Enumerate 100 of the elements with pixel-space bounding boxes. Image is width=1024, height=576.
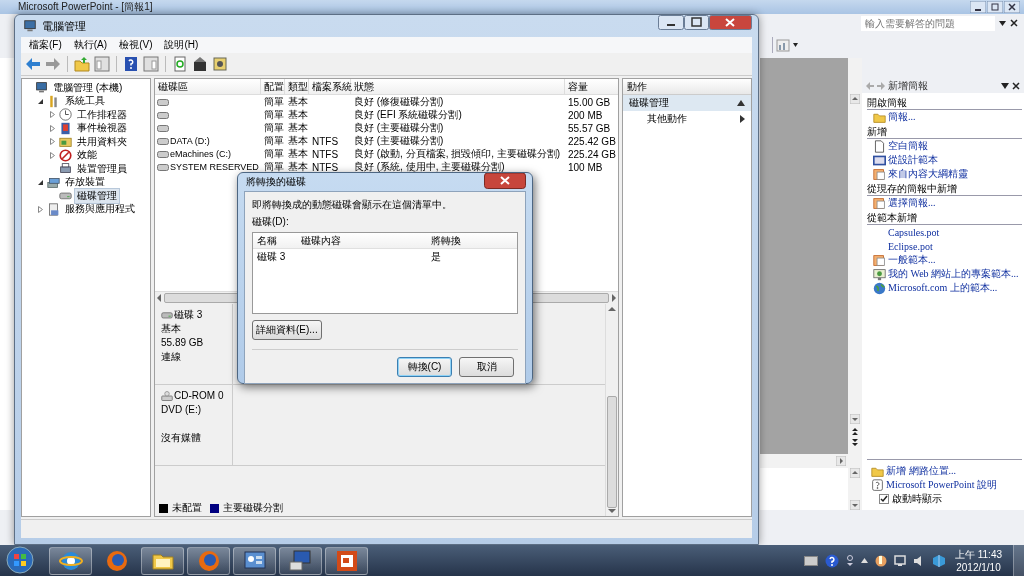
task-link[interactable]: 選擇簡報...	[888, 196, 936, 210]
maximize-button[interactable]	[684, 15, 709, 30]
checkbox-label: 啟動時顯示	[892, 492, 942, 506]
task-link[interactable]: 從設計範本	[888, 153, 938, 167]
column-header[interactable]: 檔案系統	[309, 79, 351, 94]
cancel-button[interactable]: 取消	[459, 357, 514, 377]
table-cell-text: 簡單	[263, 134, 285, 148]
show-hidden-icons-icon[interactable]	[860, 558, 868, 563]
column-header[interactable]: 磁碟區	[155, 79, 261, 94]
close-button[interactable]	[709, 15, 752, 30]
tree-item[interactable]: 服務與應用程式	[62, 201, 138, 218]
task-link[interactable]: Capsules.pot	[888, 226, 940, 238]
close-button[interactable]	[484, 173, 526, 189]
taskbar-button[interactable]	[279, 546, 322, 575]
network-icon[interactable]	[845, 554, 854, 567]
taskbar-button[interactable]	[325, 546, 368, 575]
table-cell-text: 55.57 GB	[567, 122, 612, 134]
convert-button[interactable]: 轉換(C)	[397, 357, 452, 377]
table-cell-text: 基本	[287, 108, 309, 122]
action-label: 其他動作	[647, 112, 687, 126]
action-item[interactable]: 其他動作	[623, 111, 751, 127]
back-arrow-icon[interactable]	[25, 56, 41, 72]
help-icon[interactable]	[824, 553, 839, 568]
dropdown-arrow-icon[interactable]	[999, 20, 1006, 26]
keyboard-icon[interactable]	[803, 555, 818, 566]
menu-item[interactable]: 執行(A)	[73, 38, 108, 52]
task-link[interactable]: Eclipse.pot	[888, 240, 933, 252]
column-header[interactable]: 名稱	[257, 233, 301, 248]
scroll-up-icon[interactable]	[608, 306, 616, 312]
taskbar-button[interactable]	[141, 546, 184, 575]
task-link[interactable]: 空白簡報	[888, 139, 928, 153]
close-icon[interactable]	[1010, 19, 1018, 27]
drive-icon	[157, 150, 169, 158]
start-button[interactable]	[6, 545, 34, 574]
close-button[interactable]	[1004, 1, 1020, 13]
table-cell-text: 200 MB	[567, 109, 604, 121]
column-header[interactable]: 狀態	[351, 79, 565, 94]
help-search-field[interactable]: 輸入需要解答的問題	[861, 15, 995, 31]
folder-up-icon[interactable]	[74, 56, 90, 72]
taskbar-button[interactable]	[233, 546, 276, 575]
scroll-down-icon[interactable]	[850, 500, 860, 510]
menu-item[interactable]: 檢視(V)	[119, 38, 153, 52]
dropdown-arrow-icon[interactable]	[793, 43, 798, 47]
monitor-icon[interactable]	[893, 554, 906, 567]
column-header[interactable]: 配置	[261, 79, 285, 94]
column-header[interactable]: 將轉換	[431, 233, 517, 248]
minimize-button[interactable]	[658, 15, 684, 30]
table-cell-text: NTFS	[311, 135, 340, 147]
disk-type: 基本	[161, 322, 182, 336]
collapse-arrow-icon[interactable]	[737, 100, 745, 106]
scroll-right-icon[interactable]	[611, 294, 617, 302]
clock-time[interactable]: 上午 11:43	[954, 547, 1002, 561]
checkbox[interactable]	[879, 494, 889, 504]
disk-list[interactable]: 名稱 磁碟內容 將轉換 磁碟 3 是	[252, 232, 518, 314]
show-desktop-button[interactable]	[1013, 545, 1024, 576]
box-icon[interactable]	[931, 553, 946, 568]
menu-item[interactable]: 說明(H)	[164, 38, 199, 52]
dropdown-arrow-icon[interactable]	[1001, 82, 1009, 89]
action-group[interactable]: 磁碟管理	[623, 95, 751, 111]
task-link[interactable]: 簡報...	[888, 110, 916, 124]
settings-icon[interactable]	[212, 56, 228, 72]
scroll-right-icon[interactable]	[836, 456, 846, 466]
task-link[interactable]: Microsoft.com 上的範本...	[888, 281, 998, 295]
task-link[interactable]: Microsoft PowerPoint 說明	[886, 478, 998, 492]
column-header[interactable]: 磁碟內容	[301, 233, 431, 248]
task-link[interactable]: 新增 網路位置...	[886, 464, 956, 478]
taskbar-button[interactable]	[49, 546, 92, 575]
computer-icon	[35, 81, 48, 95]
scrollbar[interactable]	[848, 58, 862, 454]
minimize-button[interactable]	[970, 1, 986, 13]
next-slide-icon[interactable]	[850, 438, 860, 448]
table-cell-text: 基本	[287, 121, 309, 135]
tree-item[interactable]: 磁碟管理	[74, 187, 120, 204]
clock-date[interactable]: 2012/1/10	[956, 560, 1001, 574]
previous-slide-icon[interactable]	[850, 426, 860, 436]
task-link[interactable]: 來自內容大綱精靈	[888, 167, 968, 181]
close-icon[interactable]	[1012, 81, 1020, 90]
action-group-label: 磁碟管理	[629, 96, 669, 110]
task-link[interactable]: 我的 Web 網站上的專案範本...	[888, 267, 1019, 281]
disk-status: 沒有媒體	[161, 431, 202, 445]
scrollbar[interactable]	[605, 304, 618, 516]
table-cell-text: 簡單	[263, 95, 285, 109]
column-header[interactable]: 類型	[285, 79, 309, 94]
document-icon	[47, 202, 60, 216]
scroll-up-icon[interactable]	[850, 94, 860, 104]
dialog-message: 即將轉換成的動態磁碟會顯示在這個清單中。	[252, 198, 453, 212]
table-cell-text: 良好 (主要磁碟分割)	[353, 121, 445, 135]
tree-item[interactable]: 電腦管理 (本機)	[50, 79, 126, 96]
menu-item[interactable]: 檔案(F)	[29, 38, 62, 52]
details-button[interactable]: 詳細資料(E)...	[252, 320, 322, 340]
scrollbar[interactable]	[848, 468, 862, 510]
scrollbar[interactable]	[760, 454, 862, 468]
properties-icon[interactable]	[192, 56, 208, 72]
scroll-up-icon[interactable]	[850, 468, 860, 478]
scroll-down-icon[interactable]	[850, 414, 860, 424]
task-link[interactable]: 一般範本...	[888, 253, 936, 267]
hand-icon[interactable]	[874, 553, 887, 568]
help-icon[interactable]	[123, 56, 139, 72]
scroll-left-icon[interactable]	[156, 294, 162, 302]
slide-icon	[873, 196, 886, 210]
